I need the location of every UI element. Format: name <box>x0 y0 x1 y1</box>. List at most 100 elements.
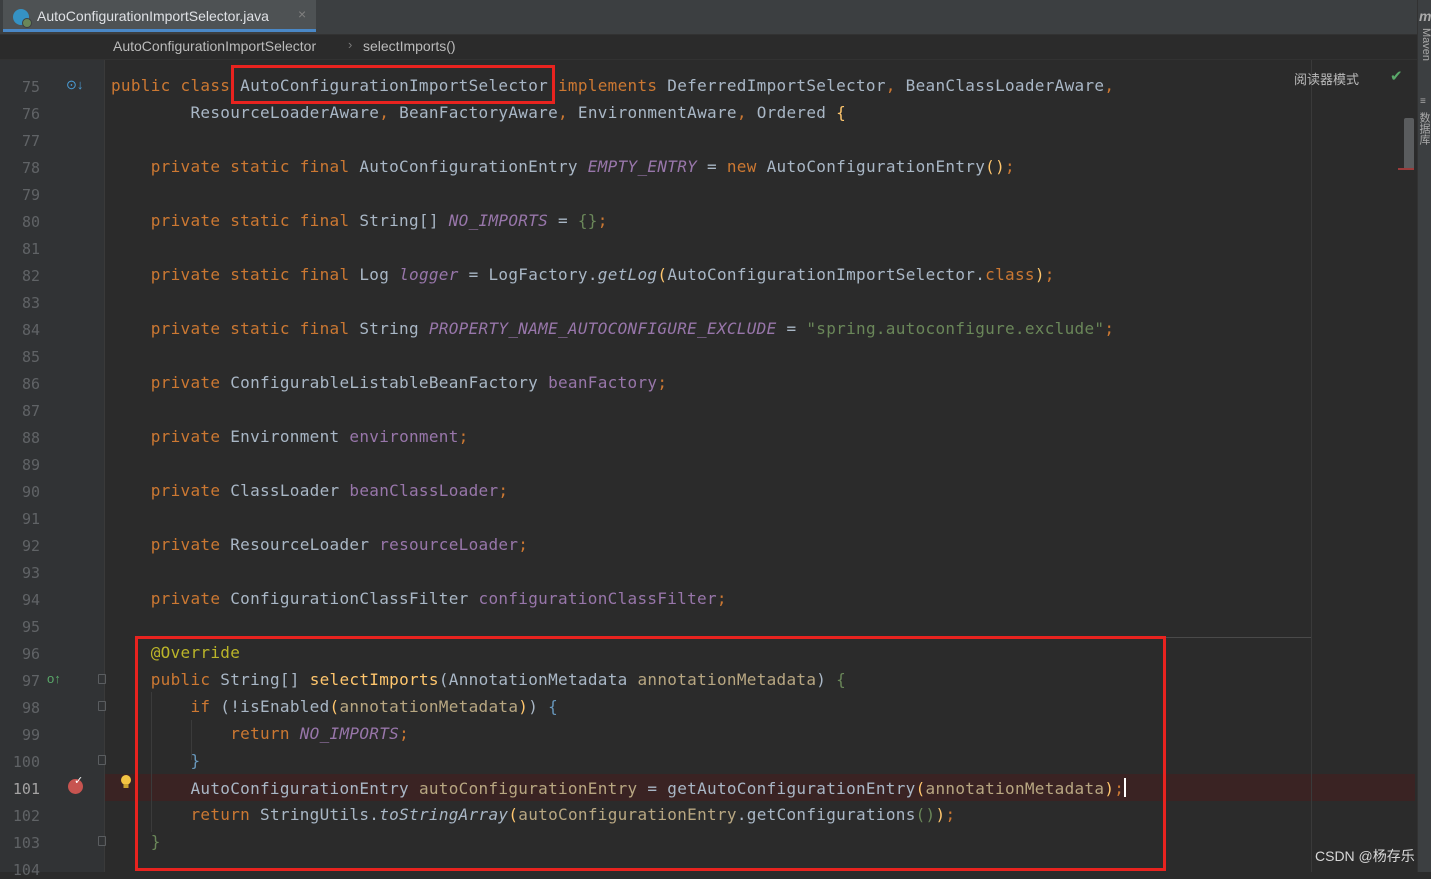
constant-name: PROPERTY_NAME_AUTOCONFIGURE_EXCLUDE <box>428 319 777 338</box>
type-name: ConfigurationClassFilter <box>230 589 469 608</box>
keyword: implements <box>558 76 658 95</box>
database-tool-label[interactable]: 数据库 <box>1418 112 1431 145</box>
inspection-ok-icon[interactable]: ✔ <box>1390 67 1403 85</box>
field-name: configurationClassFilter <box>478 589 717 608</box>
line-number[interactable]: 91 <box>0 510 40 528</box>
breadcrumb-method[interactable]: selectImports() <box>363 38 456 54</box>
breakpoint-check-icon: ✓ <box>74 775 84 787</box>
line-number[interactable]: 87 <box>0 402 40 420</box>
line-number[interactable]: 97 <box>0 672 40 690</box>
class-name: AutoConfigurationImportSelector <box>667 265 976 284</box>
type-name: String[] <box>359 211 439 230</box>
line-number[interactable]: 96 <box>0 645 40 663</box>
keyword: private static final <box>150 265 350 284</box>
code-line-82[interactable]: private static final Log logger = LogFac… <box>111 265 1055 284</box>
line-number[interactable]: 85 <box>0 348 40 366</box>
breadcrumb-class[interactable]: AutoConfigurationImportSelector <box>113 38 316 54</box>
line-number[interactable]: 93 <box>0 564 40 582</box>
class-name-highlight-box <box>231 65 555 104</box>
keyword: private <box>150 427 221 446</box>
override-icon[interactable]: o↑ <box>47 671 61 686</box>
string-literal: "spring.autoconfigure.exclude" <box>806 319 1105 338</box>
code-line-84[interactable]: private static final String PROPERTY_NAM… <box>111 319 1114 338</box>
constant-name: EMPTY_ENTRY <box>587 157 698 176</box>
line-number[interactable]: 98 <box>0 699 40 717</box>
type-name: Ordered <box>756 103 827 122</box>
close-icon[interactable]: × <box>298 6 306 22</box>
code-line-90[interactable]: private ClassLoader beanClassLoader; <box>111 481 508 500</box>
line-number[interactable]: 79 <box>0 186 40 204</box>
fold-marker[interactable] <box>98 836 106 846</box>
type-name: DeferredImportSelector <box>667 76 886 95</box>
constant-name: NO_IMPORTS <box>448 211 549 230</box>
line-number[interactable]: 95 <box>0 618 40 636</box>
code-line-94[interactable]: private ConfigurationClassFilter configu… <box>111 589 727 608</box>
keyword: private <box>150 373 221 392</box>
line-number[interactable]: 77 <box>0 132 40 150</box>
watermark: CSDN @杨存乐 <box>1315 848 1415 864</box>
fold-marker[interactable] <box>98 674 106 684</box>
type-name: BeanFactoryAware <box>399 103 559 122</box>
line-number[interactable]: 101 <box>0 780 40 798</box>
line-number[interactable]: 104 <box>0 861 40 879</box>
editor-tab-bar: AutoConfigurationImportSelector.java × <box>0 0 1417 35</box>
line-number[interactable]: 89 <box>0 456 40 474</box>
line-number[interactable]: 103 <box>0 834 40 852</box>
field-name: beanFactory <box>548 373 658 392</box>
code-line-86[interactable]: private ConfigurableListableBeanFactory … <box>111 373 667 392</box>
reader-mode-button[interactable]: 阅读器模式 <box>1294 69 1359 88</box>
keyword: private <box>150 589 221 608</box>
keyword: private <box>150 481 221 500</box>
keyword: class <box>985 265 1035 284</box>
fold-marker[interactable] <box>98 701 106 711</box>
line-number[interactable]: 94 <box>0 591 40 609</box>
type-name: ResourceLoader <box>230 535 370 554</box>
line-number[interactable]: 80 <box>0 213 40 231</box>
keyword: new <box>726 157 757 176</box>
line-number[interactable]: 88 <box>0 429 40 447</box>
class-name: LogFactory <box>488 265 588 284</box>
line-number[interactable]: 92 <box>0 537 40 555</box>
type-name: Environment <box>230 427 340 446</box>
type-name: String <box>359 319 419 338</box>
line-number[interactable]: 81 <box>0 240 40 258</box>
right-tool-strip: m Maven ≡ 数据库 <box>1417 0 1431 872</box>
field-name: beanClassLoader <box>349 481 499 500</box>
constructor-call: AutoConfigurationEntry <box>766 157 986 176</box>
line-number[interactable]: 83 <box>0 294 40 312</box>
keyword: private static final <box>150 211 350 230</box>
type-name: ConfigurableListableBeanFactory <box>230 373 539 392</box>
type-name: ClassLoader <box>230 481 340 500</box>
code-line-80[interactable]: private static final String[] NO_IMPORTS… <box>111 211 608 230</box>
line-number[interactable]: 102 <box>0 807 40 825</box>
scrollbar-thumb[interactable] <box>1404 118 1414 170</box>
breadcrumb: AutoConfigurationImportSelector › select… <box>0 35 1417 60</box>
code-line-76[interactable]: ResourceLoaderAware, BeanFactoryAware, E… <box>111 103 846 122</box>
type-name: EnvironmentAware <box>577 103 737 122</box>
line-number[interactable]: 75 <box>0 78 40 96</box>
line-number[interactable]: 84 <box>0 321 40 339</box>
fold-marker[interactable] <box>98 755 106 765</box>
field-name: resourceLoader <box>379 535 519 554</box>
database-icon[interactable]: ≡ <box>1420 96 1426 107</box>
line-number[interactable]: 78 <box>0 159 40 177</box>
code-line-92[interactable]: private ResourceLoader resourceLoader; <box>111 535 528 554</box>
line-number[interactable]: 90 <box>0 483 40 501</box>
code-line-88[interactable]: private Environment environment; <box>111 427 469 446</box>
file-tab[interactable]: AutoConfigurationImportSelector.java × <box>3 0 316 32</box>
keyword: public class <box>111 76 231 95</box>
code-line-78[interactable]: private static final AutoConfigurationEn… <box>111 157 1015 176</box>
implemented-by-icon[interactable]: ⊙↓ <box>66 77 83 93</box>
line-number[interactable]: 99 <box>0 726 40 744</box>
error-stripe-mark[interactable] <box>1398 168 1414 170</box>
maven-icon[interactable]: m <box>1419 8 1431 24</box>
line-number[interactable]: 86 <box>0 375 40 393</box>
method-call: getLog <box>597 265 658 284</box>
line-number[interactable]: 100 <box>0 753 40 771</box>
breadcrumb-separator: › <box>348 37 353 52</box>
java-class-icon <box>13 9 32 28</box>
line-number[interactable]: 76 <box>0 105 40 123</box>
line-number[interactable]: 82 <box>0 267 40 285</box>
maven-tool-label[interactable]: Maven <box>1418 28 1431 61</box>
method-highlight-box <box>135 636 1166 871</box>
